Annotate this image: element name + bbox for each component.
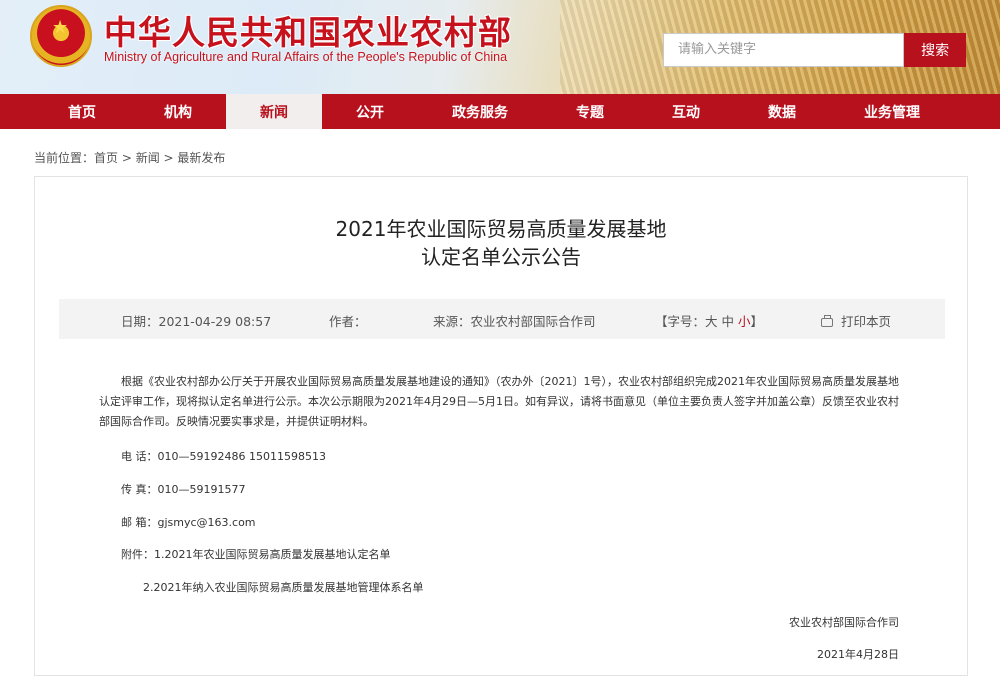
article-title-line1: 2021年农业国际贸易高质量发展基地 — [335, 217, 667, 241]
search-input[interactable]: 请输入关键字 — [663, 33, 905, 67]
font-size-switcher: 【字号：大 中 小】 — [655, 311, 763, 330]
breadcrumb-separator: > — [159, 151, 178, 165]
article-paragraph: 根据《农业农村部办公厅关于开展农业国际贸易高质量发展基地建设的通知》（农办外〔2… — [99, 375, 899, 428]
nav-item-home[interactable]: 首页 — [34, 94, 130, 129]
nav-item-organization[interactable]: 机构 — [130, 94, 226, 129]
nav-item-public[interactable]: 公开 — [322, 94, 418, 129]
contact-email: 邮 箱：gjsmyc@163.com — [121, 516, 256, 529]
contact-fax: 传 真：010—59191577 — [121, 483, 246, 496]
search-button[interactable]: 搜索 — [904, 33, 966, 67]
article-title-line2: 认定名单公示公告 — [421, 245, 581, 269]
print-label: 打印本页 — [841, 314, 892, 329]
breadcrumb-latest[interactable]: 最新发布 — [177, 151, 225, 165]
font-size-large-link[interactable]: 大 — [705, 314, 718, 329]
font-size-prefix: 【字号： — [655, 314, 706, 329]
breadcrumb-separator: > — [118, 151, 136, 165]
site-header: ★ 中华人民共和国农业农村部 Ministry of Agriculture a… — [0, 0, 1000, 94]
contact-phone: 电 话：010—59192486 15011598513 — [121, 450, 326, 463]
signature-date: 2021年4月28日 — [817, 648, 899, 661]
national-emblem-icon[interactable]: ★ — [30, 5, 92, 67]
print-page-link[interactable]: 打印本页 — [821, 311, 891, 330]
article-meta-bar: 日期：2021-04-29 08:57 作者： 来源：农业农村部国际合作司 【字… — [59, 299, 945, 339]
font-size-small-link[interactable]: 小 — [738, 314, 751, 329]
font-size-medium-link[interactable]: 中 — [722, 314, 735, 329]
search-box: 请输入关键字 搜索 — [663, 33, 966, 67]
breadcrumb-prefix: 当前位置： — [34, 151, 95, 165]
breadcrumb: 当前位置：首页 > 新闻 > 最新发布 — [34, 149, 225, 166]
source: 来源：农业农村部国际合作司 — [433, 314, 596, 329]
nav-item-topics[interactable]: 专题 — [542, 94, 638, 129]
site-title-cn[interactable]: 中华人民共和国农业农村部 — [104, 6, 512, 54]
printer-icon — [821, 315, 833, 327]
breadcrumb-home[interactable]: 首页 — [94, 151, 118, 165]
nav-item-business-management[interactable]: 业务管理 — [830, 94, 954, 129]
nav-item-interaction[interactable]: 互动 — [638, 94, 734, 129]
site-title-en: Ministry of Agriculture and Rural Affair… — [104, 50, 508, 64]
font-size-suffix: 】 — [750, 314, 764, 329]
author: 作者： — [329, 314, 367, 329]
article-panel: 2021年农业国际贸易高质量发展基地 认定名单公示公告 日期：2021-04-2… — [34, 176, 968, 676]
attachment-1-link[interactable]: 附件：1.2021年农业国际贸易高质量发展基地认定名单 — [121, 546, 391, 562]
article-body: 根据《农业农村部办公厅关于开展农业国际贸易高质量发展基地建设的通知》（农办外〔2… — [99, 372, 905, 432]
breadcrumb-news[interactable]: 新闻 — [136, 151, 160, 165]
nav-item-news[interactable]: 新闻 — [226, 94, 322, 129]
article-title: 2021年农业国际贸易高质量发展基地 认定名单公示公告 — [35, 215, 967, 271]
nav-item-government-services[interactable]: 政务服务 — [418, 94, 542, 129]
attachment-2-link[interactable]: 2.2021年纳入农业国际贸易高质量发展基地管理体系名单 — [143, 579, 424, 595]
signature-department: 农业农村部国际合作司 — [789, 616, 899, 629]
publish-date: 日期：2021-04-29 08:57 — [121, 314, 272, 329]
nav-item-data[interactable]: 数据 — [734, 94, 830, 129]
main-nav: 首页 机构 新闻 公开 政务服务 专题 互动 数据 业务管理 — [0, 94, 1000, 129]
